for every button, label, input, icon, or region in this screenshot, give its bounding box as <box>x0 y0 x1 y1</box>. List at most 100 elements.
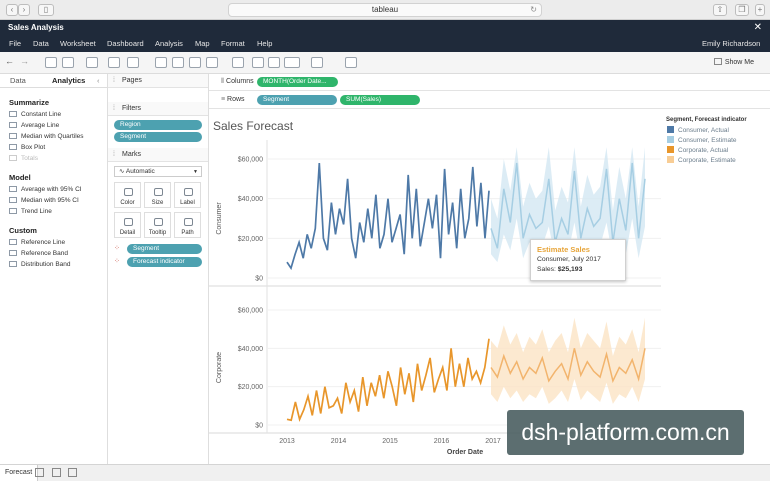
sort-asc-icon[interactable] <box>172 57 184 68</box>
new-story-tab-icon[interactable] <box>68 468 77 477</box>
item-label: Median with 95% CI <box>21 197 79 204</box>
analytics-pane: Data Analytics ‹ Summarize Constant Line… <box>0 74 108 464</box>
totals-icon <box>9 155 17 161</box>
menu-help[interactable]: Help <box>257 36 272 52</box>
marks-pill-segment[interactable]: Segment <box>127 244 202 254</box>
columns-shelf[interactable]: ⦀ Columns MONTH(Order Date... <box>209 74 770 91</box>
analytics-item-box-plot[interactable]: Box Plot <box>9 143 107 152</box>
presentation-icon[interactable] <box>345 57 357 68</box>
menu-file[interactable]: File <box>9 36 21 52</box>
analytics-item-constant-line[interactable]: Constant Line <box>9 110 107 119</box>
analytics-item-median-ci[interactable]: Median with 95% CI <box>9 196 107 205</box>
marks-path-button[interactable]: Path <box>174 212 201 238</box>
y-tick-label: $20,000 <box>238 384 263 391</box>
annotate-icon[interactable] <box>268 57 280 68</box>
mark-type-select[interactable]: ∿ Automatic ▼ <box>114 166 202 177</box>
redo-icon[interactable]: → <box>20 56 32 67</box>
share-icon[interactable]: ⇧ <box>713 4 727 16</box>
clear-sheet-icon[interactable] <box>127 57 139 68</box>
analytics-item-reference-line[interactable]: Reference Line <box>9 238 107 247</box>
rows-pill-segment[interactable]: Segment <box>257 95 337 105</box>
legend-item-corporate-estimate[interactable]: Corporate, Estimate <box>667 156 736 165</box>
analytics-item-average-ci[interactable]: Average with 95% CI <box>9 185 107 194</box>
address-bar[interactable]: tableau ↻ <box>228 3 542 17</box>
show-me-button[interactable]: Show Me <box>713 58 754 66</box>
marks-pill-forecast-indicator[interactable]: Forecast indicator <box>127 257 202 267</box>
undo-icon[interactable]: ← <box>5 56 17 67</box>
pages-card-header[interactable]: ⁞ Pages <box>108 74 208 88</box>
tab-analytics[interactable]: Analytics <box>52 76 85 85</box>
legend-title: Segment, Forecast indicator <box>666 117 747 123</box>
line-mark-icon: ∿ <box>119 168 125 175</box>
save-icon[interactable] <box>45 57 57 68</box>
duplicate-icon[interactable] <box>108 57 120 68</box>
tooltip-icon <box>154 218 163 226</box>
median-quartiles-icon <box>9 133 17 139</box>
marks-pill-row: ⁘ Segment <box>114 243 202 255</box>
pages-drop-area[interactable] <box>108 88 208 102</box>
menu-analysis[interactable]: Analysis <box>155 36 183 52</box>
group-icon[interactable] <box>206 57 218 68</box>
new-worksheet-icon[interactable] <box>86 57 98 68</box>
tabs-icon[interactable]: ❐ <box>735 4 749 16</box>
marks-tooltip-button[interactable]: Tooltip <box>144 212 171 238</box>
rows-shelf[interactable]: ≡ Rows Segment SUM(Sales) <box>209 92 770 109</box>
legend-item-consumer-actual[interactable]: Consumer, Actual <box>667 126 729 135</box>
forecast-band <box>491 317 645 404</box>
marks-card-header[interactable]: ⁞ Marks <box>108 148 208 162</box>
forward-icon[interactable]: › <box>18 4 30 16</box>
filter-pill-segment[interactable]: Segment <box>114 132 202 142</box>
add-datasource-icon[interactable] <box>62 57 74 68</box>
summarize-header: Summarize <box>9 98 50 107</box>
menu-dashboard[interactable]: Dashboard <box>107 36 144 52</box>
filter-pill-region[interactable]: Region <box>114 120 202 130</box>
collapse-pane-icon[interactable]: ‹ <box>97 76 100 85</box>
menu-data[interactable]: Data <box>33 36 49 52</box>
close-icon[interactable]: ✕ <box>754 20 762 36</box>
swap-icon[interactable] <box>155 57 167 68</box>
window-titlebar: Sales Analysis ✕ <box>0 20 770 36</box>
analytics-item-average-line[interactable]: Average Line <box>9 121 107 130</box>
tooltip-title: Estimate Sales <box>537 245 590 254</box>
new-tab-icon[interactable]: + <box>755 4 765 16</box>
sheet-tab-forecast[interactable]: Forecast <box>0 465 39 481</box>
marks-label-button[interactable]: Label <box>174 182 201 208</box>
analytics-item-trend-line[interactable]: Trend Line <box>9 207 107 216</box>
analytics-item-totals: Totals <box>9 154 107 163</box>
reload-icon[interactable]: ↻ <box>530 4 537 16</box>
analytics-item-distribution-band[interactable]: Distribution Band <box>9 260 107 269</box>
mark-type-label: Automatic <box>125 168 155 175</box>
path-icon <box>184 218 193 226</box>
new-worksheet-tab-icon[interactable] <box>35 468 44 477</box>
columns-pill-month-order-date[interactable]: MONTH(Order Date... <box>257 77 338 87</box>
tooltip-sales-label: Sales: <box>537 266 556 273</box>
legend-item-consumer-estimate[interactable]: Consumer, Estimate <box>667 136 737 145</box>
menu-map[interactable]: Map <box>195 36 210 52</box>
analytics-item-reference-band[interactable]: Reference Band <box>9 249 107 258</box>
analytics-item-median-quartiles[interactable]: Median with Quartiles <box>9 132 107 141</box>
filters-card-header[interactable]: ⁞ Filters <box>108 102 208 116</box>
size-icon <box>154 188 163 196</box>
shelves: ⦀ Columns MONTH(Order Date... ≡ Rows Seg… <box>209 74 770 110</box>
legend-item-corporate-actual[interactable]: Corporate, Actual <box>667 146 728 155</box>
user-name[interactable]: Emily Richardson <box>702 36 760 52</box>
marks-color-button[interactable]: Color <box>114 182 141 208</box>
marks-size-button[interactable]: Size <box>144 182 171 208</box>
y-tick-label: $40,000 <box>238 196 263 203</box>
back-icon[interactable]: ‹ <box>6 4 18 16</box>
sort-desc-icon[interactable] <box>189 57 201 68</box>
marks-detail-button[interactable]: Detail <box>114 212 141 238</box>
new-dashboard-tab-icon[interactable] <box>52 468 61 477</box>
label-icon[interactable] <box>252 57 264 68</box>
highlight-icon[interactable] <box>232 57 244 68</box>
menu-worksheet[interactable]: Worksheet <box>60 36 96 52</box>
menu-format[interactable]: Format <box>221 36 245 52</box>
fit-icon[interactable] <box>284 57 300 68</box>
tab-data[interactable]: Data <box>10 76 26 85</box>
pane-tabs: Data Analytics ‹ <box>0 74 107 88</box>
rows-pill-sum-sales[interactable]: SUM(Sales) <box>340 95 420 105</box>
fix-axes-icon[interactable] <box>311 57 323 68</box>
model-header: Model <box>9 173 31 182</box>
sidebar-icon[interactable]: ▯ <box>38 4 54 16</box>
marks-pill-row: ⁘ Forecast indicator <box>114 256 202 268</box>
